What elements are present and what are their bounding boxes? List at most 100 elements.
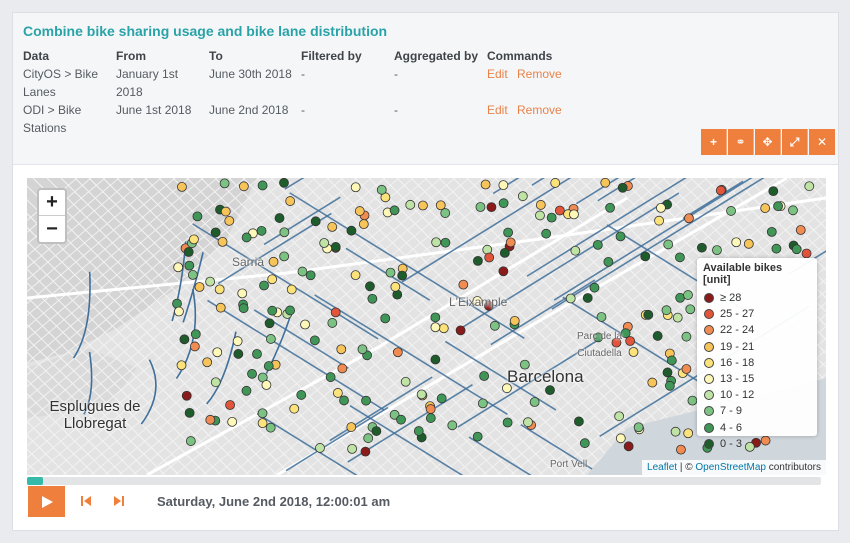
bike-station-marker: [687, 395, 698, 406]
bike-station-marker: [227, 416, 238, 427]
bike-station-marker: [181, 390, 192, 401]
legend-item: 7 - 9: [703, 403, 811, 419]
map-view[interactable]: Sarrià L'Eixample Parc de la Ciutadella …: [27, 178, 826, 475]
bike-station-marker: [675, 252, 685, 263]
legend-swatch: [704, 390, 714, 401]
bike-station-marker: [219, 178, 230, 189]
bike-station-marker: [252, 349, 262, 359]
bike-station-marker: [458, 279, 469, 290]
expand-icon: ⤢: [789, 134, 800, 149]
bike-station-marker: [376, 184, 387, 195]
bike-station-marker: [592, 239, 603, 250]
row-1-from: January 1st 2018: [116, 67, 179, 99]
bike-station-marker: [430, 354, 441, 365]
bike-station-marker: [509, 315, 520, 326]
bike-station-marker: [309, 335, 320, 346]
map-legend: Available bikes [unit] ≥ 28 25 - 27 22 - 2…: [697, 258, 817, 450]
bike-station-marker: [215, 302, 226, 313]
bike-station-marker: [263, 361, 274, 371]
row-2-to: June 2nd 2018: [209, 103, 289, 117]
bike-station-marker: [300, 319, 310, 330]
bike-station-marker: [358, 219, 369, 230]
legend-item: 25 - 27: [703, 306, 811, 322]
bike-station-marker: [523, 417, 533, 428]
bike-station-marker: [498, 266, 509, 277]
timeline-progress-bar[interactable]: [27, 477, 821, 485]
legend-swatch: [704, 309, 714, 320]
bike-station-marker: [347, 444, 358, 454]
bike-station-marker: [261, 380, 272, 390]
expand-button[interactable]: ⤢: [782, 129, 808, 155]
legend-swatch: [704, 374, 714, 385]
row-1-remove-link[interactable]: Remove: [517, 65, 562, 83]
legend-item: 4 - 6: [703, 420, 811, 436]
link-button[interactable]: ⚭: [728, 129, 754, 155]
row-1-edit-link[interactable]: Edit: [487, 65, 508, 83]
row-1-filtered-by: -: [301, 67, 305, 81]
skip-back-icon: [81, 496, 91, 506]
bike-station-marker: [232, 336, 243, 347]
bike-station-marker: [257, 418, 268, 429]
osm-link[interactable]: OpenStreetMap: [695, 462, 766, 473]
skip-forward-button[interactable]: [111, 493, 127, 509]
bike-station-marker: [279, 227, 290, 238]
bike-station-marker: [438, 323, 449, 334]
bike-station-marker: [681, 331, 692, 342]
row-2-from: June 1st 2018: [116, 103, 192, 117]
place-label-sarria: Sarrià: [232, 255, 265, 269]
bike-station-marker: [681, 364, 692, 374]
bike-station-marker: [363, 433, 374, 444]
bike-station-marker: [346, 422, 357, 432]
leaflet-link[interactable]: Leaflet: [647, 462, 677, 473]
zoom-out-button[interactable]: −: [39, 216, 65, 242]
skip-back-button[interactable]: [78, 493, 94, 509]
bike-station-marker: [791, 244, 802, 255]
bike-station-marker: [220, 206, 231, 217]
bike-station-marker: [205, 414, 216, 425]
bike-station-marker: [176, 360, 187, 371]
bike-station-marker: [310, 216, 321, 227]
legend-label: ≥ 28: [720, 292, 742, 305]
bike-station-marker: [268, 256, 279, 267]
bike-station-marker: [202, 357, 213, 368]
legend-title: Available bikes [unit]: [703, 262, 783, 286]
bike-station-marker: [339, 395, 349, 406]
bike-station-marker: [804, 181, 815, 192]
bike-station-marker: [600, 178, 611, 188]
legend-item: 19 - 21: [703, 339, 811, 355]
bike-station-marker: [503, 227, 514, 238]
bike-station-marker: [189, 341, 200, 352]
bike-station-marker: [617, 182, 628, 193]
bike-station-marker: [390, 281, 401, 292]
legend-label: 10 - 12: [720, 389, 755, 402]
move-button[interactable]: ✥: [755, 129, 781, 155]
bike-station-marker: [664, 380, 675, 391]
bike-station-marker: [633, 422, 644, 433]
bike-station-marker: [297, 266, 308, 277]
bike-station-marker: [319, 238, 330, 248]
play-button[interactable]: [28, 486, 65, 517]
legend-label: 16 - 18: [720, 356, 755, 369]
legend-label: 4 - 6: [720, 421, 743, 434]
close-button[interactable]: ✕: [809, 129, 835, 155]
bike-station-marker: [241, 385, 252, 396]
legend-item: 10 - 12: [703, 387, 811, 403]
bike-station-marker: [185, 436, 196, 446]
row-2-remove-link[interactable]: Remove: [517, 101, 562, 119]
add-button[interactable]: +: [701, 129, 727, 155]
bike-station-marker: [801, 248, 812, 259]
zoom-in-button[interactable]: +: [39, 190, 65, 216]
row-2-edit-link[interactable]: Edit: [487, 101, 508, 119]
bike-station-marker: [430, 322, 441, 333]
bike-station-marker: [265, 334, 276, 344]
bike-station-marker: [179, 334, 190, 345]
bike-station-marker: [795, 225, 806, 235]
bike-station-marker: [473, 255, 483, 266]
bike-station-marker: [360, 446, 371, 457]
bike-station-marker: [350, 182, 361, 193]
bike-station-marker: [265, 422, 276, 433]
bike-station-marker: [455, 325, 466, 336]
bike-station-marker: [189, 234, 199, 245]
place-label-esplugues: Esplugues de Llobregat: [49, 398, 141, 432]
bike-station-marker: [224, 215, 235, 226]
